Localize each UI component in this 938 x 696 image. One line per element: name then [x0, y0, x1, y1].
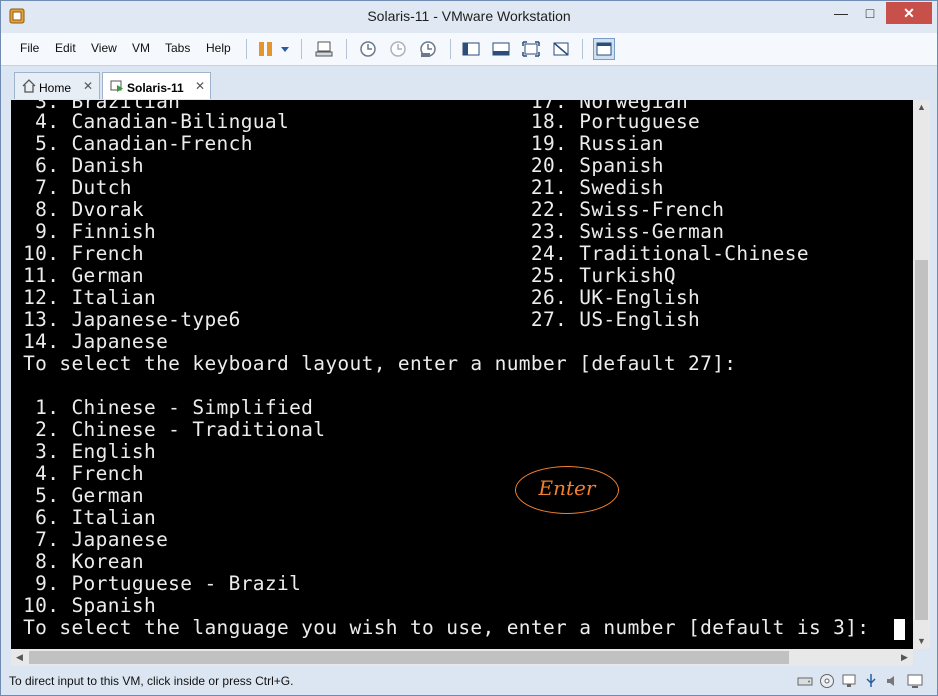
thumbnail-bar-icon[interactable] — [491, 39, 511, 59]
vm-running-icon — [110, 80, 123, 92]
scroll-down-icon[interactable]: ▼ — [913, 636, 930, 646]
text-cursor — [894, 619, 905, 640]
console-line: 7. Japanese — [11, 528, 169, 551]
vmware-window: Solaris-11 - VMware Workstation — □ ✕ Fi… — [0, 0, 938, 696]
tab-solaris-label: Solaris-11 — [127, 81, 184, 95]
annotation-text: Enter — [538, 476, 596, 500]
menu-file[interactable]: File — [20, 41, 39, 55]
console-view-icon[interactable] — [593, 38, 615, 60]
toolbar-separator — [246, 39, 247, 59]
console-line: 5. German — [11, 484, 144, 507]
toolbar-separator — [301, 39, 302, 59]
console-line: 13. Japanese-type6 27. US-English — [11, 308, 701, 331]
vertical-scroll-thumb[interactable] — [915, 260, 928, 620]
console-line: 6. Italian — [11, 506, 157, 529]
status-bar: To direct input to this VM, click inside… — [1, 669, 937, 695]
toolbar-separator — [346, 39, 347, 59]
hard-disk-icon[interactable] — [797, 673, 813, 689]
dropdown-arrow-icon[interactable] — [278, 39, 292, 59]
console-line: 8. Dvorak 22. Swiss-French — [11, 198, 725, 221]
console-line: 7. Dutch 21. Swedish — [11, 176, 664, 199]
menu-view[interactable]: View — [91, 41, 117, 55]
window-title: Solaris-11 - VMware Workstation — [367, 8, 571, 24]
console-line: 3. English — [11, 440, 157, 463]
snapshot-manager-icon[interactable] — [418, 39, 438, 59]
title-bar[interactable]: Solaris-11 - VMware Workstation — □ ✕ — [1, 1, 937, 33]
network-icon[interactable] — [841, 673, 857, 689]
close-tab-icon[interactable]: ✕ — [83, 79, 93, 93]
close-button[interactable]: ✕ — [886, 2, 932, 24]
scroll-right-icon[interactable]: ▶ — [896, 652, 913, 663]
menu-tabs[interactable]: Tabs — [165, 41, 190, 55]
console-line: 1. Chinese - Simplified — [11, 396, 314, 419]
console-line: 8. Korean — [11, 550, 144, 573]
unity-icon[interactable] — [551, 39, 571, 59]
console-line: 5. Canadian-French 19. Russian — [11, 132, 664, 155]
tab-home-label: Home — [39, 81, 72, 95]
usb-icon[interactable] — [863, 673, 879, 689]
console-line: 4. French — [11, 462, 144, 485]
menu-help[interactable]: Help — [206, 41, 231, 55]
menu-edit[interactable]: Edit — [55, 41, 76, 55]
tab-home[interactable]: Home ✕ — [14, 72, 100, 99]
sound-icon[interactable] — [885, 673, 901, 689]
console-line: 14. Japanese — [11, 330, 169, 353]
minimize-button[interactable]: — — [827, 2, 855, 24]
status-message: To direct input to this VM, click inside… — [9, 674, 294, 688]
horizontal-scroll-thumb[interactable] — [29, 651, 789, 664]
maximize-button[interactable]: □ — [856, 2, 884, 24]
console-prompt: To select the language you wish to use, … — [11, 616, 870, 639]
console-prompt: To select the keyboard layout, enter a n… — [11, 352, 737, 375]
cd-rom-icon[interactable] — [819, 673, 835, 689]
console-line: 4. Canadian-Bilingual 18. Portuguese — [11, 110, 701, 133]
vertical-scrollbar[interactable]: ▲ ▼ — [913, 100, 930, 649]
pause-icon[interactable] — [256, 39, 276, 59]
console-line: 9. Finnish 23. Swiss-German — [11, 220, 725, 243]
toolbar-separator — [450, 39, 451, 59]
home-icon — [22, 79, 36, 93]
revert-snapshot-icon[interactable] — [388, 39, 408, 59]
scroll-up-icon[interactable]: ▲ — [913, 102, 930, 112]
console-line: 10. French 24. Traditional-Chinese — [11, 242, 809, 265]
console-line: 11. German 25. TurkishQ — [11, 264, 676, 287]
display-icon[interactable] — [907, 673, 923, 689]
full-screen-icon[interactable] — [521, 39, 541, 59]
scroll-left-icon[interactable]: ◀ — [11, 652, 28, 663]
show-library-icon[interactable] — [461, 39, 481, 59]
vm-console[interactable]: 3. Brazilian 17. Norwegian 4. Canadian-B… — [11, 100, 913, 649]
console-line: 10. Spanish — [11, 594, 157, 617]
horizontal-scrollbar[interactable]: ◀ ▶ — [11, 649, 913, 666]
console-line: 6. Danish 20. Spanish — [11, 154, 664, 177]
console-line: 9. Portuguese - Brazil — [11, 572, 302, 595]
tab-solaris[interactable]: Solaris-11 ✕ — [102, 72, 211, 99]
send-ctrl-alt-del-icon[interactable] — [314, 39, 334, 59]
snapshot-icon[interactable] — [358, 39, 378, 59]
menu-toolbar: File Edit View VM Tabs Help — [1, 33, 937, 66]
menu-vm[interactable]: VM — [132, 41, 150, 55]
console-line: 12. Italian 26. UK-English — [11, 286, 701, 309]
close-tab-icon[interactable]: ✕ — [195, 79, 205, 93]
toolbar-separator — [582, 39, 583, 59]
tab-bar: Home ✕ Solaris-11 ✕ — [1, 66, 937, 100]
enter-annotation: Enter — [515, 466, 619, 514]
console-line: 2. Chinese - Traditional — [11, 418, 326, 441]
